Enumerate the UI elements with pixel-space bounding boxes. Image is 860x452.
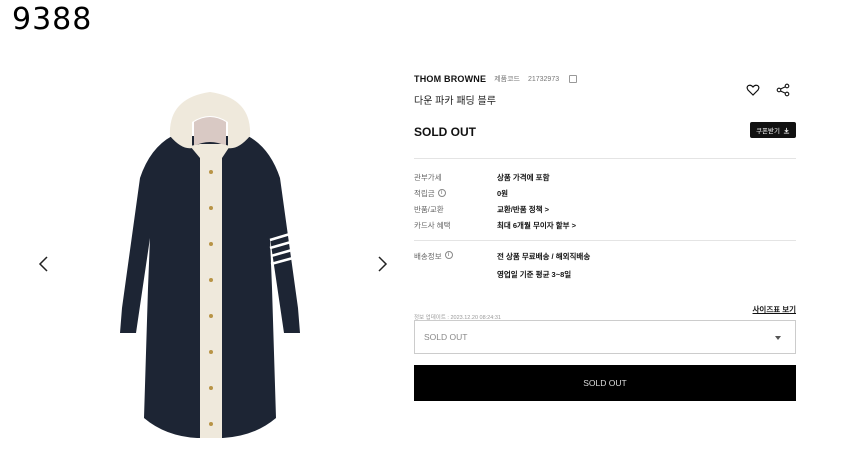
- shipping-line-1: 전 상품 무료배송 / 해외직배송: [497, 252, 591, 261]
- card-benefit-link[interactable]: 최대 6개월 무이자 할부 >: [497, 220, 576, 231]
- stock-status: SOLD OUT: [414, 125, 476, 139]
- shipping-line-2: 영업일 기준 평균 3~8일: [497, 270, 572, 279]
- action-icons: [746, 83, 790, 97]
- download-icon: [783, 127, 790, 134]
- copy-icon[interactable]: [569, 75, 578, 83]
- product-image: [120, 92, 300, 438]
- brand-name[interactable]: THOM BROWNE: [414, 74, 486, 84]
- product-name: 다운 파카 패딩 블루: [414, 96, 496, 107]
- detail-label: 카드사 혜택: [414, 220, 451, 230]
- detail-row-return[interactable]: 반품/교환 교환/반품 정책 >: [414, 201, 796, 217]
- detail-value: 상품 가격에 포함: [497, 172, 550, 182]
- chevron-right-icon[interactable]: [372, 254, 392, 274]
- product-code-label: 제품코드: [494, 76, 520, 83]
- brand-row: THOM BROWNE 제품코드 21732973: [414, 70, 796, 88]
- detail-row-card[interactable]: 카드사 혜택 최대 6개월 무이자 할부 >: [414, 217, 796, 233]
- detail-value: 0원: [497, 188, 509, 198]
- site-logo[interactable]: 9388: [12, 2, 92, 37]
- info-icon[interactable]: i: [437, 189, 446, 197]
- divider: [414, 158, 796, 159]
- size-guide-link[interactable]: 사이즈표 보기: [753, 304, 796, 315]
- detail-row-customs: 관부가세 상품 가격에 포함: [414, 169, 796, 185]
- shipping-label: 배송정보: [414, 252, 442, 261]
- chevron-left-icon[interactable]: [34, 254, 54, 274]
- coupon-button[interactable]: 쿠폰받기: [750, 122, 796, 138]
- product-code-value: 21732973: [527, 75, 560, 83]
- coupon-button-label: 쿠폰받기: [756, 128, 780, 135]
- status-row: SOLD OUT 쿠폰받기: [414, 122, 796, 139]
- detail-label: 관부가세: [414, 172, 442, 182]
- detail-row-points: 적립금 i 0원: [414, 185, 796, 201]
- shipping-info: 배송정보 i 전 상품 무료배송 / 해외직배송 영업일 기준 평균 3~8일: [414, 251, 796, 280]
- option-select[interactable]: SOLD OUT: [414, 320, 796, 354]
- heart-icon[interactable]: [746, 83, 760, 97]
- buy-button[interactable]: SOLD OUT: [414, 365, 796, 401]
- caret-down-icon: [775, 336, 781, 340]
- detail-label-with-icon: 적립금 i: [414, 188, 497, 199]
- product-info-panel: THOM BROWNE 제품코드 21732973 다운 파카 패딩 블루 SO…: [414, 70, 796, 401]
- detail-label: 적립금: [414, 188, 435, 198]
- share-icon[interactable]: [776, 83, 790, 97]
- divider: [414, 240, 796, 241]
- product-gallery: [30, 80, 400, 450]
- shipping-values: 전 상품 무료배송 / 해외직배송 영업일 기준 평균 3~8일: [497, 251, 590, 280]
- return-policy-link[interactable]: 교환/반품 정책 >: [497, 204, 549, 215]
- detail-label: 반품/교환: [414, 204, 444, 214]
- update-row: 정보 업데이트 : 2023.12.20 08:24:31 사이즈표 보기: [414, 304, 796, 321]
- info-icon[interactable]: i: [444, 251, 453, 259]
- detail-list: 관부가세 상품 가격에 포함 적립금 i 0원 반품/교환 교환/반품 정책 >…: [414, 169, 796, 233]
- shipping-label-wrap: 배송정보 i: [414, 251, 497, 280]
- option-select-value: SOLD OUT: [424, 332, 468, 342]
